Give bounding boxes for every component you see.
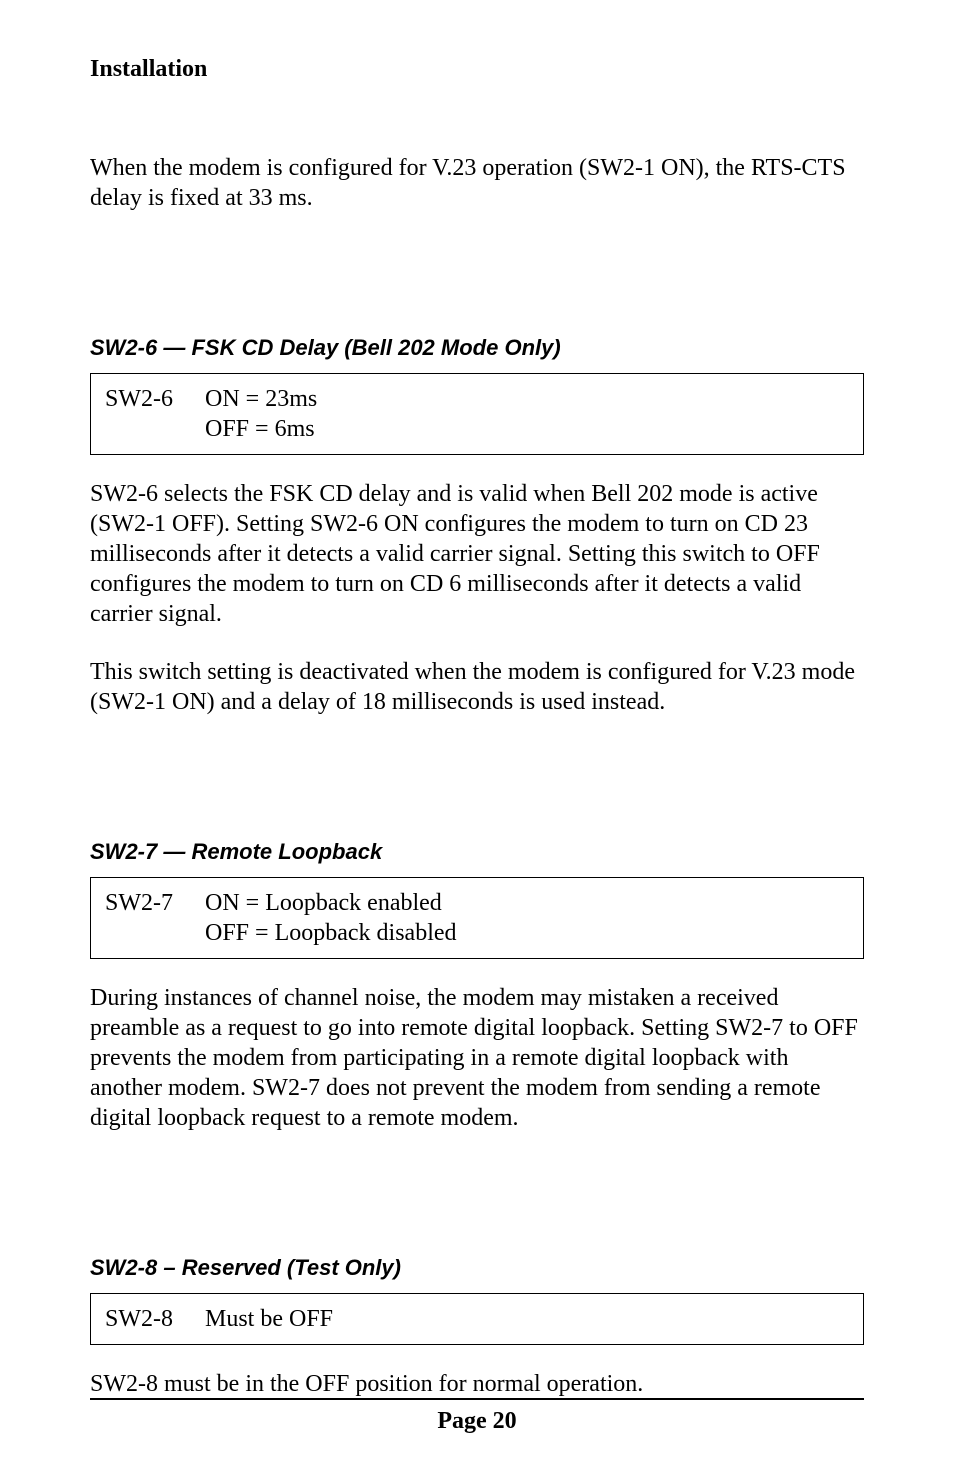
- en-dash: –: [157, 1255, 181, 1280]
- sw2-6-heading-title: FSK CD Delay (Bell 202 Mode Only): [191, 335, 560, 360]
- sw2-7-off-value: OFF = Loopback disabled: [205, 918, 851, 948]
- sw2-6-box: SW2-6 ON = 23ms OFF = 6ms: [90, 373, 864, 455]
- sw2-8-value: Must be OFF: [205, 1304, 851, 1334]
- sw2-6-heading-prefix: SW2-6: [90, 335, 157, 360]
- sw2-7-box-label: SW2-7: [105, 888, 205, 948]
- sw2-8-heading: SW2-8 – Reserved (Test Only): [90, 1255, 864, 1281]
- sw2-8-box-label: SW2-8: [105, 1304, 205, 1334]
- sw2-8-heading-prefix: SW2-8: [90, 1255, 157, 1280]
- footer-rule: [90, 1398, 864, 1400]
- sw2-7-heading-prefix: SW2-7: [90, 839, 157, 864]
- sw2-8-box: SW2-8 Must be OFF: [90, 1293, 864, 1345]
- sw2-6-box-label: SW2-6: [105, 384, 205, 444]
- sw2-8-heading-title: Reserved (Test Only): [182, 1255, 401, 1280]
- page-footer: Page 20: [90, 1398, 864, 1435]
- sw2-7-box: SW2-7 ON = Loopback enabled OFF = Loopba…: [90, 877, 864, 959]
- sw2-6-paragraph-2: This switch setting is deactivated when …: [90, 657, 864, 717]
- sw2-6-paragraph-1: SW2-6 selects the FSK CD delay and is va…: [90, 479, 864, 629]
- em-dash: —: [157, 335, 191, 360]
- intro-paragraph: When the modem is configured for V.23 op…: [90, 153, 864, 213]
- sw2-6-on-value: ON = 23ms: [205, 384, 851, 414]
- sw2-6-heading: SW2-6 — FSK CD Delay (Bell 202 Mode Only…: [90, 335, 864, 361]
- page-number: Page 20: [437, 1408, 516, 1434]
- sw2-7-heading: SW2-7 — Remote Loopback: [90, 839, 864, 865]
- sw2-7-paragraph-1: During instances of channel noise, the m…: [90, 983, 864, 1133]
- sw2-7-heading-title: Remote Loopback: [191, 839, 382, 864]
- sw2-7-on-value: ON = Loopback enabled: [205, 888, 851, 918]
- sw2-8-paragraph-1: SW2-8 must be in the OFF position for no…: [90, 1369, 864, 1399]
- sw2-6-off-value: OFF = 6ms: [205, 414, 851, 444]
- em-dash: —: [157, 839, 191, 864]
- page-container: Installation When the modem is configure…: [0, 0, 954, 1475]
- section-header: Installation: [90, 56, 864, 83]
